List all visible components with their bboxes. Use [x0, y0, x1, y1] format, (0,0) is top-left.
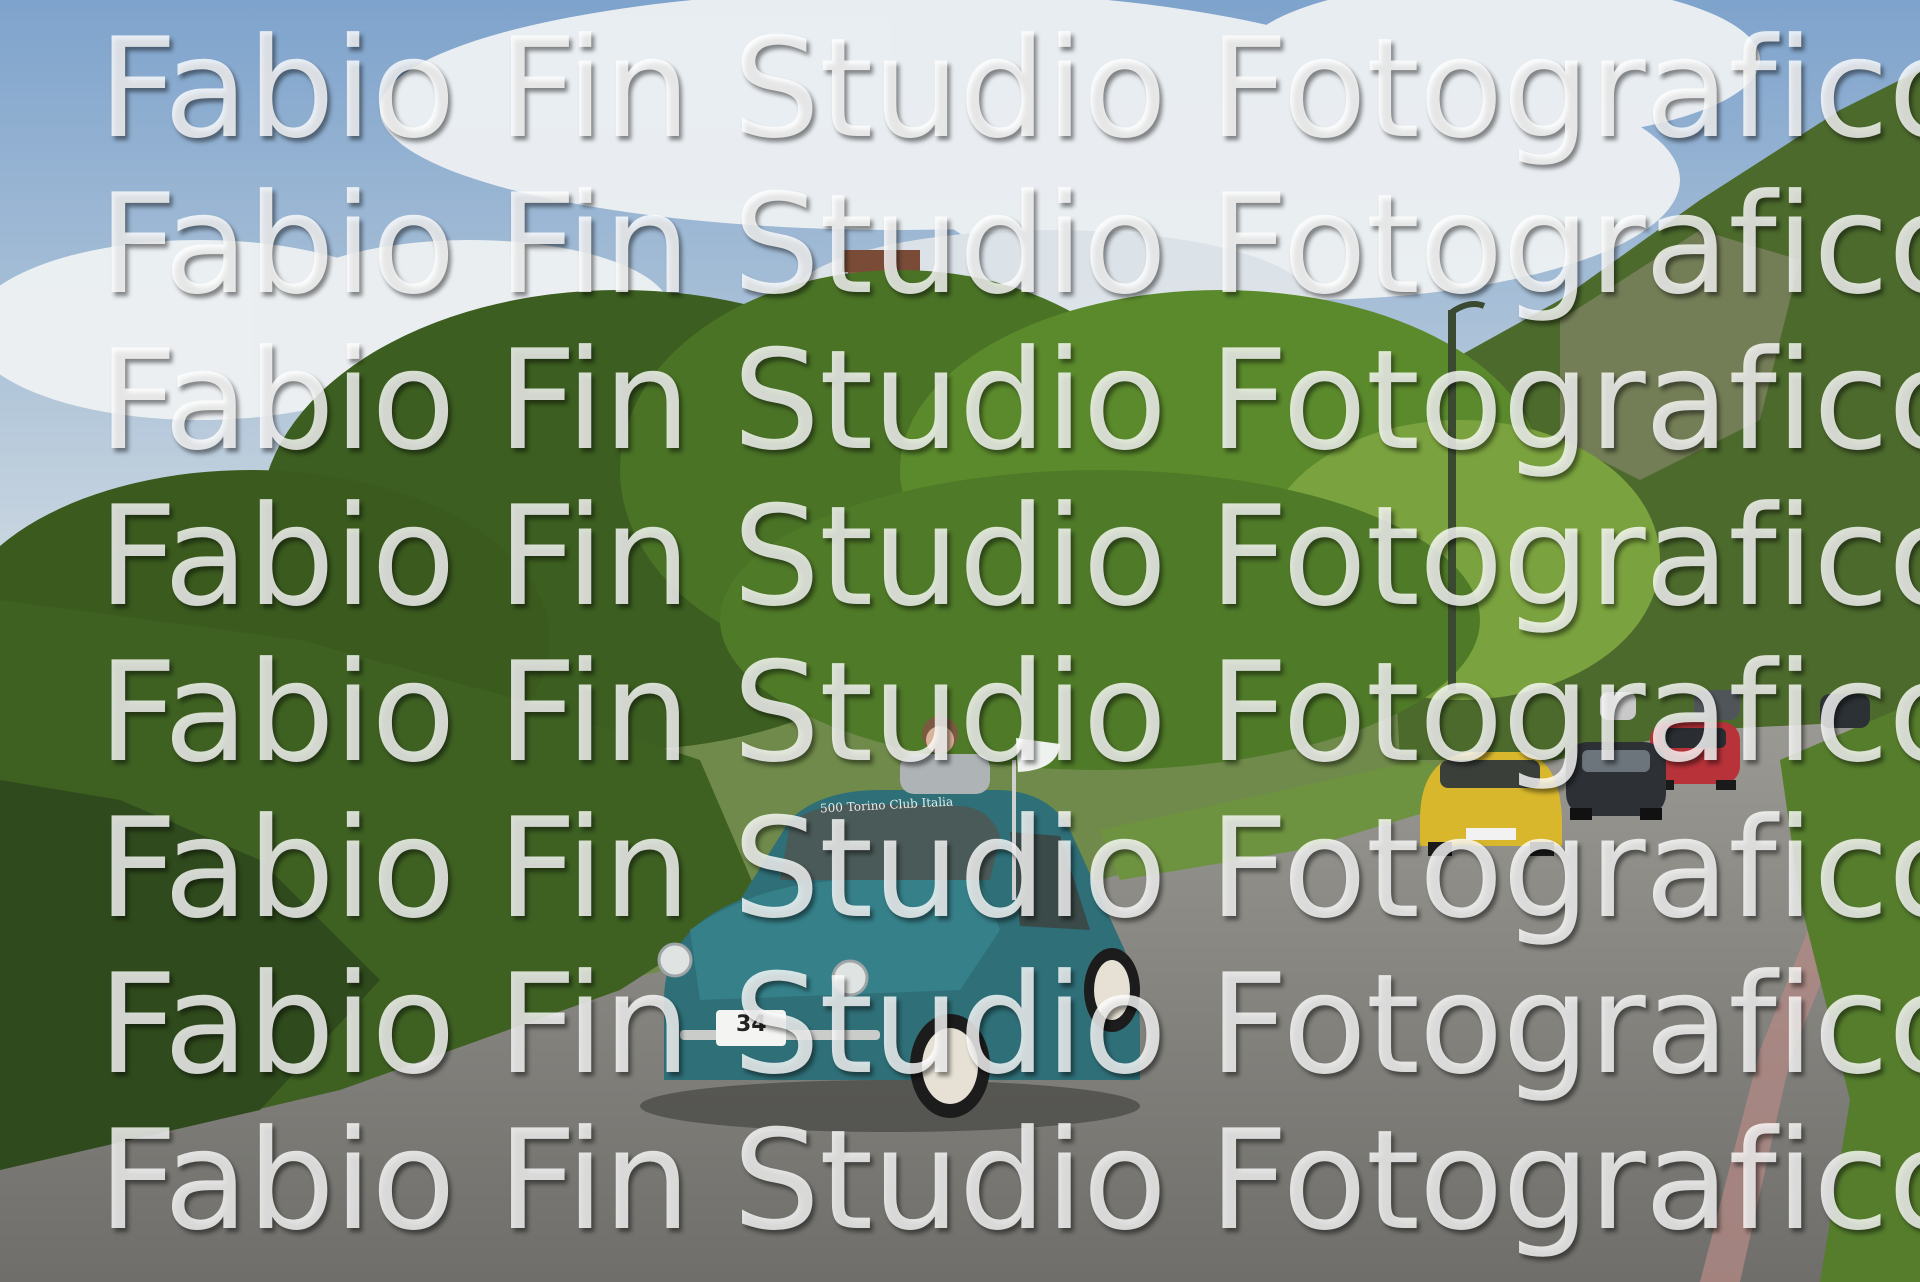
- lead-teal-car: [640, 716, 1140, 1132]
- yellow-car: [1420, 752, 1562, 856]
- photo-scene: 500 Torino Club Italia 34 Fabio Fin Stud…: [0, 0, 1920, 1282]
- race-number: 34: [736, 1012, 767, 1037]
- scenery-illustration: [0, 0, 1920, 1282]
- black-car: [1566, 742, 1666, 820]
